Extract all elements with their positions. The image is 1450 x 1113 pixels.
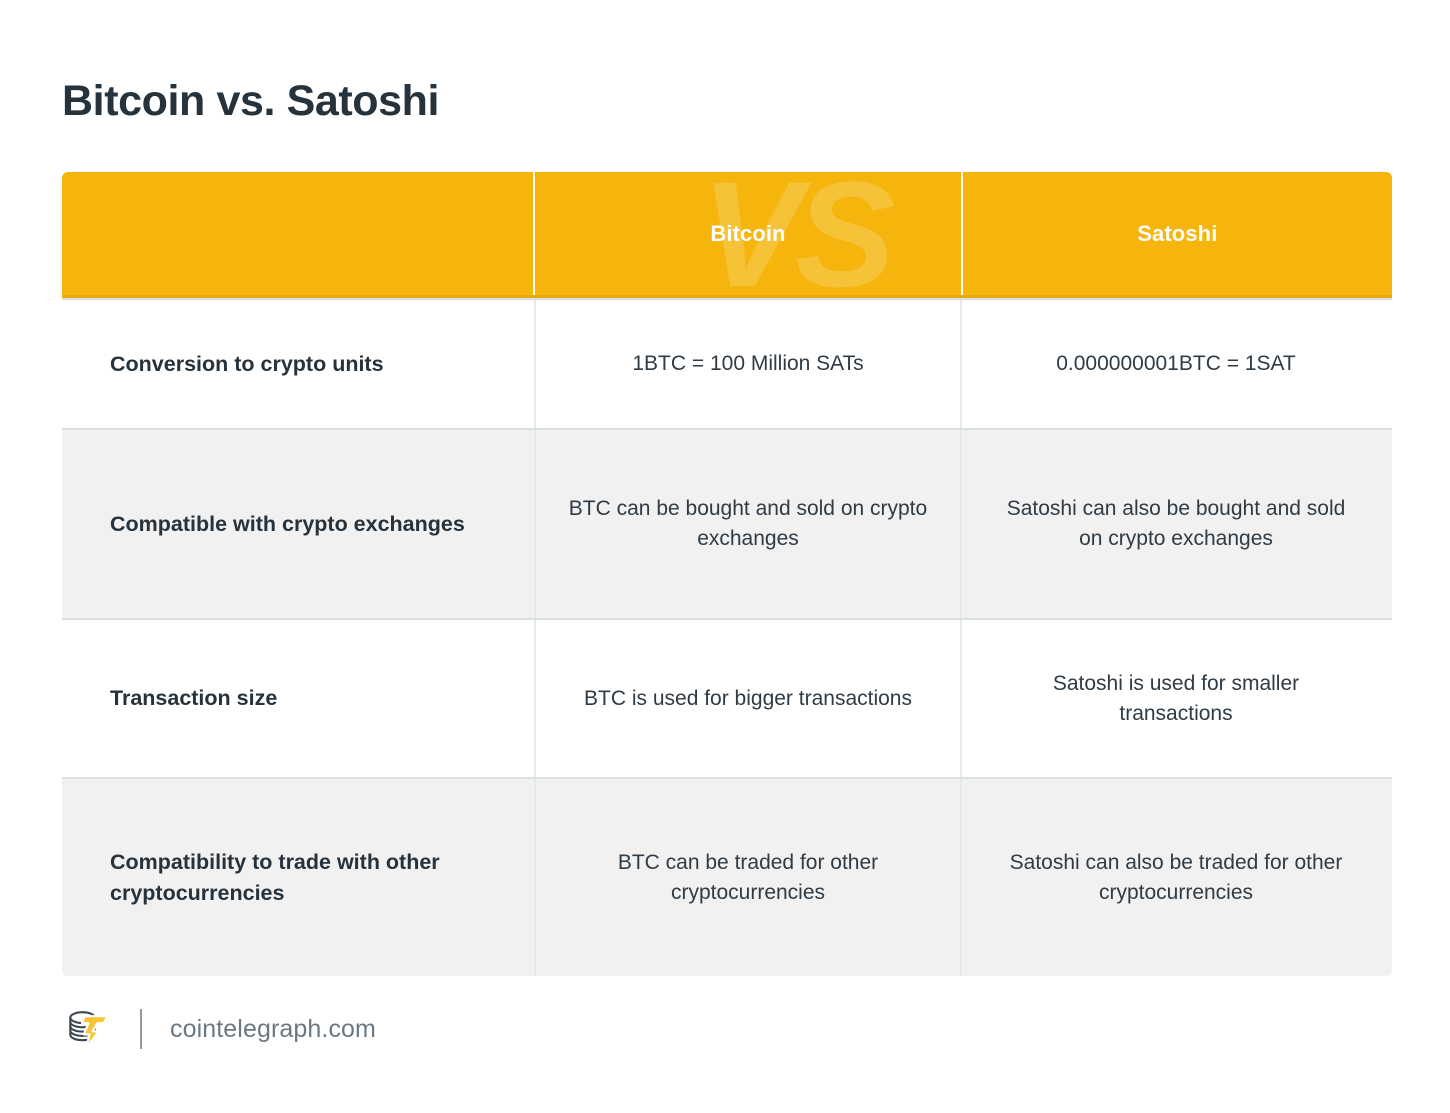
footer-site-url: cointelegraph.com: [170, 1014, 376, 1043]
row-label: Conversion to crypto units: [110, 351, 384, 376]
row-bitcoin-value: BTC can be bought and sold on crypto exc…: [534, 430, 960, 618]
table-header-bitcoin: Bitcoin: [533, 172, 960, 295]
page-title: Bitcoin vs. Satoshi: [62, 76, 440, 125]
row-satoshi-value: Satoshi can also be bought and sold on c…: [960, 430, 1390, 618]
table-row: Transaction size BTC is used for bigger …: [62, 618, 1392, 777]
footer-divider: [140, 1009, 142, 1049]
row-label: Transaction size: [110, 686, 278, 711]
table-header-label-column: [62, 172, 533, 295]
footer: cointelegraph.com: [62, 1003, 376, 1055]
table-row: Compatibility to trade with other crypto…: [62, 777, 1392, 976]
row-bitcoin-value: BTC is used for bigger transactions: [534, 620, 960, 777]
cointelegraph-logo-icon: [62, 1004, 112, 1054]
row-bitcoin-value: 1BTC = 100 Million SATs: [534, 300, 960, 428]
row-satoshi-value: 0.000000001BTC = 1SAT: [960, 300, 1390, 428]
row-satoshi-value: Satoshi is used for smaller transactions: [960, 620, 1390, 777]
row-label: Compatibility to trade with other crypto…: [110, 849, 440, 905]
row-satoshi-value: Satoshi can also be traded for other cry…: [960, 779, 1390, 976]
table-header-satoshi: Satoshi: [960, 172, 1392, 295]
table-row: Conversion to crypto units 1BTC = 100 Mi…: [62, 298, 1392, 428]
row-bitcoin-value: BTC can be traded for other cryptocurren…: [534, 779, 960, 976]
row-label: Compatible with crypto exchanges: [110, 511, 465, 536]
table-row: Compatible with crypto exchanges BTC can…: [62, 428, 1392, 618]
infographic-page: Bitcoin vs. Satoshi VS Bitcoin Satoshi C…: [0, 0, 1450, 1113]
comparison-table: VS Bitcoin Satoshi Conversion to crypto …: [62, 172, 1392, 976]
table-header-row: VS Bitcoin Satoshi: [62, 172, 1392, 298]
